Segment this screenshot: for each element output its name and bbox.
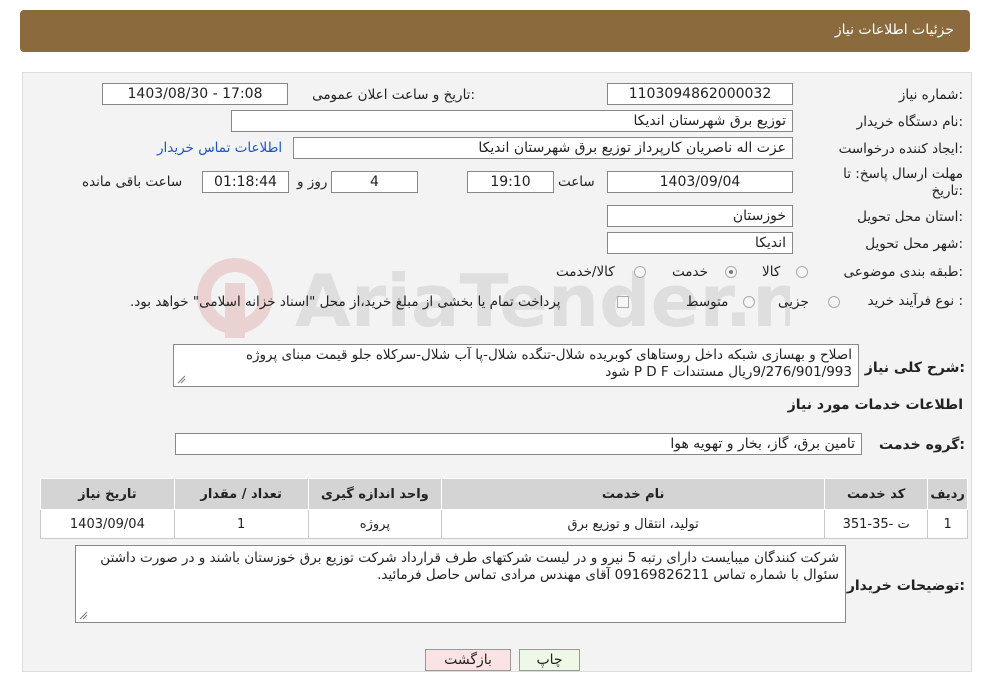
category-goods-label: کالا xyxy=(762,264,781,280)
services-info-heading: اطلاعات خدمات مورد نیاز xyxy=(787,397,963,413)
page-title: جزئیات اطلاعات نیاز xyxy=(834,22,954,38)
days-label: روز و xyxy=(297,174,328,190)
need-number-field: 1103094862000032 xyxy=(607,83,793,105)
cell-service-code: ت -35-351 xyxy=(824,509,929,539)
deadline-label-2: تاریخ: xyxy=(931,183,963,199)
city-field: اندیکا xyxy=(607,232,793,254)
purchase-medium-radio[interactable] xyxy=(743,296,755,308)
cell-quantity: 1 xyxy=(173,509,309,539)
remaining-label: ساعت باقی مانده xyxy=(82,174,183,190)
category-service-label: خدمت xyxy=(672,264,708,280)
requester-label: ایجاد کننده درخواست: xyxy=(838,141,963,157)
print-button[interactable]: چاپ xyxy=(519,649,580,671)
cell-unit: پروژه xyxy=(307,509,443,539)
province-label: استان محل تحویل: xyxy=(857,209,963,225)
col-need-date: تاریخ نیاز xyxy=(40,478,175,510)
deadline-time-field: 19:10 xyxy=(467,171,554,193)
col-row: ردیف xyxy=(927,478,968,510)
purchase-medium-label: متوسط xyxy=(686,294,729,310)
announce-datetime-label: تاریخ و ساعت اعلان عمومی: xyxy=(312,87,475,103)
col-unit: واحد اندازه گیری xyxy=(307,478,443,510)
description-textarea[interactable]: اصلاح و بهسازی شبکه داخل روستاهای کوبرید… xyxy=(173,344,859,387)
deadline-label: مهلت ارسال پاسخ: تا xyxy=(843,166,963,182)
table-header-row: ردیف کد خدمت نام خدمت واحد اندازه گیری ت… xyxy=(40,478,968,510)
days-field: 4 xyxy=(331,171,418,193)
col-service-code: کد خدمت xyxy=(824,478,929,510)
purchase-minor-radio[interactable] xyxy=(828,296,840,308)
purchase-type-label: نوع فرآیند خرید : xyxy=(867,293,963,309)
cell-row: 1 xyxy=(927,509,968,539)
resize-grip-icon xyxy=(79,611,88,620)
requester-field: عزت اله ناصریان کارپرداز توزیع برق شهرست… xyxy=(293,137,793,159)
city-label: شهر محل تحویل: xyxy=(865,236,963,252)
service-group-label: گروه خدمت: xyxy=(879,437,965,453)
purchase-note: پرداخت تمام یا بخشی از مبلغ خرید،از محل … xyxy=(130,294,561,310)
col-quantity: تعداد / مقدار xyxy=(173,478,309,510)
category-service-radio[interactable] xyxy=(725,266,737,278)
province-field: خوزستان xyxy=(607,205,793,227)
buyer-org-field: توزیع برق شهرستان اندیکا xyxy=(231,110,793,132)
treasury-checkbox[interactable] xyxy=(617,296,629,308)
resize-grip-icon xyxy=(177,375,186,384)
description-text: اصلاح و بهسازی شبکه داخل روستاهای کوبرید… xyxy=(245,347,852,380)
purchase-minor-label: جزیی xyxy=(778,294,809,310)
buyer-contact-link[interactable]: اطلاعات تماس خریدار xyxy=(157,140,282,156)
table-row: 1 ت -35-351 تولید، انتقال و توزیع برق پر… xyxy=(40,509,968,539)
category-goods-service-radio[interactable] xyxy=(634,266,646,278)
cell-need-date: 1403/09/04 xyxy=(40,509,175,539)
category-goods-service-label: کالا/خدمت xyxy=(556,264,615,280)
service-group-field: تامین برق، گاز، بخار و تهویه هوا xyxy=(175,433,862,455)
description-label: شرح کلی نیاز: xyxy=(864,360,965,376)
category-label: طبقه بندی موضوعی: xyxy=(843,264,963,280)
remaining-time-field: 01:18:44 xyxy=(202,171,289,193)
deadline-date-field: 1403/09/04 xyxy=(607,171,793,193)
category-goods-radio[interactable] xyxy=(796,266,808,278)
announce-datetime-field: 1403/08/30 - 17:08 xyxy=(102,83,288,105)
buyer-notes-text: شرکت کنندگان میبایست دارای رتبه 5 نیرو و… xyxy=(100,550,839,583)
buyer-org-label: نام دستگاه خریدار: xyxy=(856,114,963,130)
back-button[interactable]: بازگشت xyxy=(425,649,511,671)
col-service-name: نام خدمت xyxy=(441,478,826,510)
page-header: جزئیات اطلاعات نیاز xyxy=(20,10,970,52)
need-number-label: شماره نیاز: xyxy=(898,87,963,103)
buyer-notes-textarea[interactable]: شرکت کنندگان میبایست دارای رتبه 5 نیرو و… xyxy=(75,545,846,623)
cell-service-name: تولید، انتقال و توزیع برق xyxy=(441,509,826,539)
buyer-notes-label: توضیحات خریدار: xyxy=(846,578,965,594)
deadline-time-label: ساعت xyxy=(558,174,595,190)
services-table: ردیف کد خدمت نام خدمت واحد اندازه گیری ت… xyxy=(40,478,968,539)
